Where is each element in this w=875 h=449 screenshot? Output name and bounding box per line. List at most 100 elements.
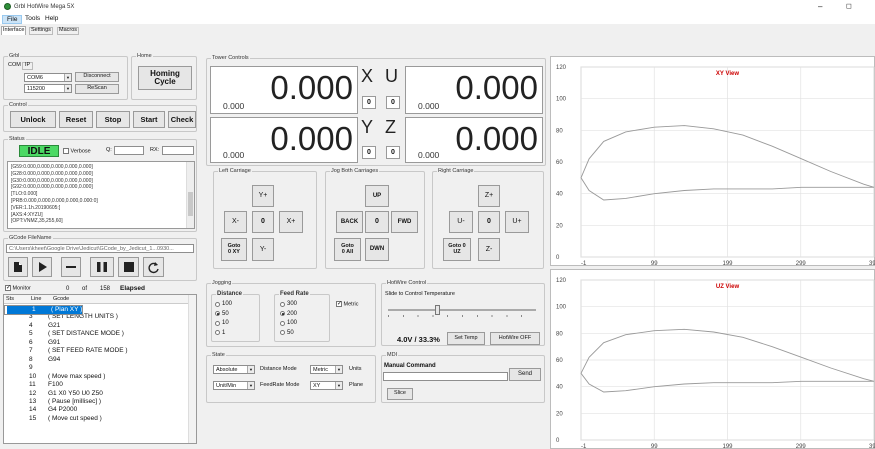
distance-radio[interactable]: 1 — [215, 330, 225, 336]
x-minus-button[interactable]: X- — [224, 211, 247, 233]
distance-radio[interactable]: 100 — [215, 301, 232, 307]
stop-button[interactable]: Stop — [96, 111, 130, 128]
back-button[interactable]: BACK — [336, 211, 363, 233]
feed-rate-radio[interactable]: 200 — [280, 311, 297, 317]
zero-y-button[interactable]: 0 — [362, 146, 376, 159]
play-button[interactable] — [32, 257, 52, 277]
homing-cycle-button[interactable]: Homing Cycle — [138, 66, 192, 90]
feed-rate-radio[interactable]: 100 — [280, 320, 297, 326]
manual-command-input[interactable] — [383, 372, 508, 381]
table-row[interactable]: 11 F100 — [4, 381, 190, 389]
console-scrollbar[interactable] — [186, 162, 194, 228]
plane-select[interactable]: XY ▼ — [310, 381, 343, 390]
start-button[interactable]: Start — [133, 111, 165, 128]
zero-z-button[interactable]: 0 — [386, 146, 400, 159]
check-button[interactable]: Check — [168, 111, 196, 128]
unlock-button[interactable]: Unlock — [10, 111, 56, 128]
gcode-path-field[interactable]: C:\Users\kheet\Google Drive\Jedicut\GCod… — [6, 244, 194, 253]
table-row[interactable]: 1( Plan XY ) — [4, 305, 84, 316]
u-plus-button[interactable]: U+ — [505, 211, 529, 233]
slice-button[interactable]: Slice — [387, 388, 413, 400]
left-zero-button[interactable]: 0 — [252, 211, 274, 233]
feed-rate-radio-label: 200 — [287, 310, 298, 317]
table-row[interactable]: 7 ( SET FEED RATE MODE ) — [4, 347, 190, 355]
gcode-cell: G1 X0 Y50 U0 Z50 — [48, 389, 103, 397]
feed-rate-radio[interactable]: 50 — [280, 330, 294, 336]
x-plus-button[interactable]: X+ — [279, 211, 303, 233]
distance-radio[interactable]: 50 — [215, 311, 229, 317]
table-row[interactable]: 4 G21 — [4, 322, 190, 330]
open-file-button[interactable] — [8, 257, 28, 277]
y-plus-button[interactable]: Y+ — [252, 185, 274, 207]
menu-tools[interactable]: Tools — [25, 15, 40, 23]
z-minus-button[interactable]: Z- — [478, 238, 500, 261]
both-zero-button[interactable]: 0 — [365, 211, 389, 233]
units-select[interactable]: Metric ▼ — [310, 365, 343, 374]
com-port-select[interactable]: COM6 ▼ — [24, 73, 72, 82]
rescan-button[interactable]: ReScan — [75, 84, 119, 94]
verbose-checkbox[interactable]: Verbose — [63, 148, 91, 155]
table-row[interactable]: 6 G91 — [4, 339, 190, 347]
gcode-table[interactable]: Sts Line Gcode 1( Plan XY )2G173( SET LE… — [3, 294, 197, 444]
ip-tab[interactable]: IP — [22, 62, 34, 70]
temperature-slider[interactable] — [388, 303, 536, 319]
goto-zero-uz-button[interactable]: Goto 0 UZ — [443, 238, 471, 261]
zero-x-button[interactable]: 0 — [362, 96, 376, 109]
dwn-button[interactable]: DWN — [365, 238, 389, 261]
minimize-icon[interactable]: – — [818, 3, 822, 11]
status-console[interactable]: [G59:0.000,0.000,0.000,0.000,0.000] [G28:… — [7, 161, 195, 229]
gcode-cell: ( Pause [millisec] ) — [48, 397, 102, 405]
tab-macros[interactable]: Macros — [57, 27, 80, 35]
z-plus-button[interactable]: Z+ — [478, 185, 500, 207]
up-button[interactable]: UP — [365, 185, 389, 207]
pause-button[interactable] — [90, 257, 114, 277]
feedrate-mode-select[interactable]: Unit/Min ▼ — [213, 381, 255, 390]
gcode-scrollbar[interactable] — [188, 295, 196, 443]
menu-file[interactable]: File — [2, 15, 23, 24]
com-tab[interactable]: COM — [8, 62, 21, 69]
refresh-button[interactable] — [143, 257, 164, 277]
goto-zero-all-button[interactable]: Goto 0 All — [334, 238, 361, 261]
disconnect-button[interactable]: Disconnect — [75, 72, 119, 82]
right-carriage-legend: Right Carriage — [437, 167, 475, 175]
menu-help[interactable]: Help — [45, 15, 58, 23]
maximize-icon[interactable]: ◻ — [846, 3, 852, 10]
zero-u-button[interactable]: 0 — [386, 96, 400, 109]
com-port-value: COM6 — [27, 75, 43, 81]
table-row[interactable]: 8 G94 — [4, 356, 190, 364]
fwd-button[interactable]: FWD — [391, 211, 418, 233]
u-minus-button[interactable]: U- — [449, 211, 473, 233]
tab-interface[interactable]: Interface — [1, 26, 27, 35]
q-label: Q: — [106, 147, 112, 153]
distance-radio[interactable]: 10 — [215, 320, 229, 326]
status-line: [G59:0.000,0.000,0.000,0.000,0.000] — [11, 164, 93, 170]
control-legend: Control — [8, 101, 28, 109]
y-minus-button[interactable]: Y- — [252, 238, 274, 261]
table-row[interactable]: 12 G1 X0 Y50 U0 Z50 — [4, 390, 190, 398]
table-row[interactable]: 13 ( Pause [millisec] ) — [4, 398, 190, 406]
feed-rate-radio[interactable]: 300 — [280, 301, 297, 307]
table-row[interactable]: 10 ( Move max speed ) — [4, 373, 190, 381]
tab-settings[interactable]: Settings — [29, 27, 53, 35]
send-button[interactable]: Send — [509, 368, 541, 381]
right-zero-button[interactable]: 0 — [478, 211, 500, 233]
set-temp-button[interactable]: Set Temp — [447, 332, 485, 345]
distance-mode-select[interactable]: Absolute ▼ — [213, 365, 255, 374]
slider-thumb[interactable] — [434, 305, 440, 315]
table-row[interactable]: 5 ( SET DISTANCE MODE ) — [4, 330, 190, 338]
minus-button[interactable] — [61, 257, 81, 277]
goto-zero-xy-button[interactable]: Goto 0 XY — [221, 238, 247, 261]
x-position-value: 0.000 — [270, 69, 353, 106]
table-row[interactable]: 15 ( Move cut speed ) — [4, 415, 190, 423]
stop-file-button[interactable] — [118, 257, 139, 277]
units-value: Metric — [313, 367, 328, 373]
gcode-cell: G4 P2000 — [48, 406, 78, 414]
z-position-value: 0.000 — [455, 120, 538, 157]
hotwire-off-button[interactable]: HotWire OFF — [490, 332, 540, 345]
monitor-checkbox[interactable]: Monitor — [5, 284, 31, 292]
reset-button[interactable]: Reset — [59, 111, 93, 128]
table-row[interactable]: 9 — [4, 364, 190, 372]
baud-select[interactable]: 115200 ▼ — [24, 84, 72, 93]
metric-checkbox[interactable]: Metric — [336, 300, 359, 308]
table-row[interactable]: 14 G4 P2000 — [4, 406, 190, 414]
